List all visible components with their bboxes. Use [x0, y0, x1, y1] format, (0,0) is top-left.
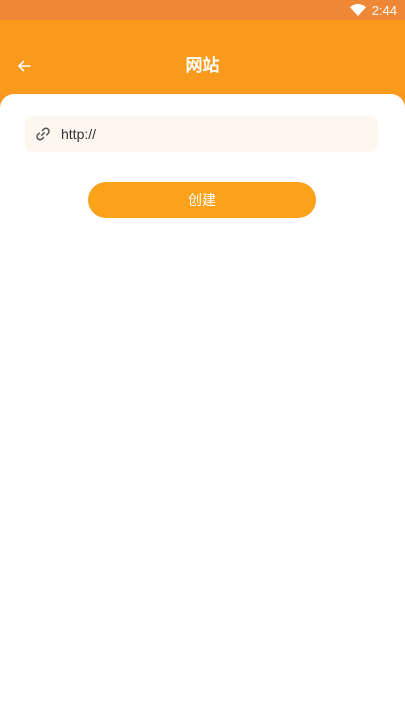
app-screen: 2:44 网站 创建	[0, 0, 405, 720]
url-input[interactable]	[61, 116, 361, 152]
create-button[interactable]: 创建	[88, 182, 316, 218]
url-field[interactable]	[25, 116, 378, 152]
status-bar: 2:44	[0, 0, 405, 20]
page-title: 网站	[185, 56, 220, 76]
status-time: 2:44	[371, 2, 397, 18]
link-icon	[36, 127, 50, 141]
content-card: 创建	[0, 94, 405, 720]
header: 网站	[0, 20, 405, 94]
wifi-icon	[349, 4, 366, 16]
